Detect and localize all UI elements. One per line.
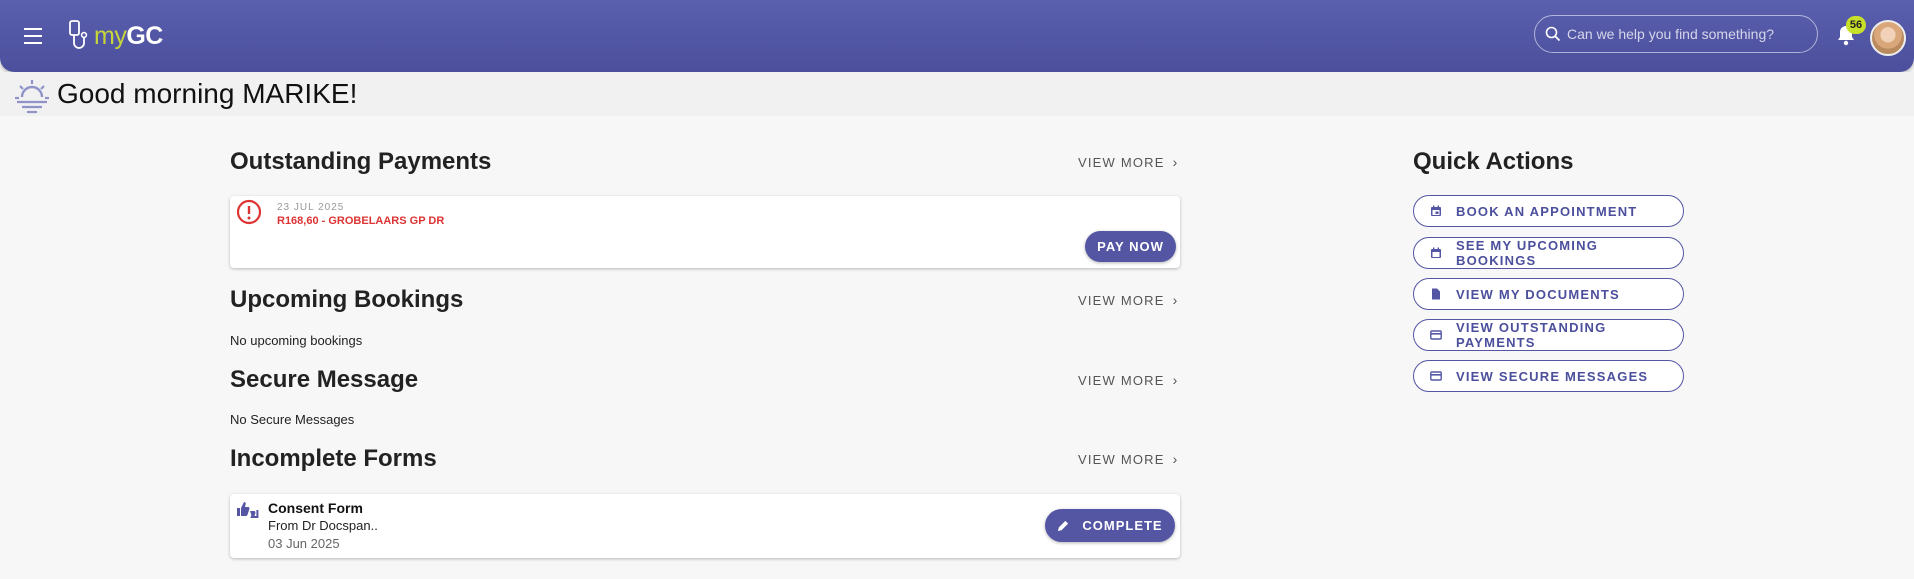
outstanding-payments-view-more[interactable]: VIEW MORE › xyxy=(1078,154,1179,170)
book-appointment-label: BOOK AN APPOINTMENT xyxy=(1456,203,1638,219)
sunrise-icon xyxy=(15,80,49,114)
view-outstanding-payments-button[interactable]: VIEW OUTSTANDING PAYMENTS xyxy=(1413,319,1684,351)
form-card: Consent Form From Dr Docspan.. 03 Jun 20… xyxy=(230,494,1180,558)
view-more-label: VIEW MORE xyxy=(1078,154,1165,170)
upcoming-bookings-view-more[interactable]: VIEW MORE › xyxy=(1078,292,1179,308)
credit-card-icon xyxy=(1430,330,1442,340)
view-more-label: VIEW MORE xyxy=(1078,372,1165,388)
payment-card: 23 JUL 2025 R168,60 - GROBELAARS GP DR P… xyxy=(230,196,1180,268)
incomplete-forms-title: Incomplete Forms xyxy=(230,445,437,472)
view-more-label: VIEW MORE xyxy=(1078,292,1165,308)
search-icon xyxy=(1545,26,1561,42)
chevron-right-icon: › xyxy=(1172,292,1179,308)
payment-date: 23 JUL 2025 xyxy=(277,202,345,213)
pencil-icon xyxy=(1058,520,1069,532)
complete-button[interactable]: COMPLETE xyxy=(1045,509,1175,542)
app-logo[interactable]: myGC xyxy=(68,17,163,55)
view-outstanding-payments-label: VIEW OUTSTANDING PAYMENTS xyxy=(1456,320,1607,350)
view-more-label: VIEW MORE xyxy=(1078,451,1165,467)
avatar[interactable] xyxy=(1870,20,1906,56)
greeting-text: Good morning MARIKE! xyxy=(57,78,358,109)
chevron-right-icon: › xyxy=(1172,372,1179,388)
secure-message-view-more[interactable]: VIEW MORE › xyxy=(1078,372,1179,388)
book-appointment-button[interactable]: BOOK AN APPOINTMENT xyxy=(1413,195,1684,227)
document-icon xyxy=(1432,288,1440,300)
secure-message-title: Secure Message xyxy=(230,366,419,393)
view-documents-label: VIEW MY DOCUMENTS xyxy=(1456,286,1620,302)
no-bookings-text: No upcoming bookings xyxy=(230,333,363,348)
search-input[interactable] xyxy=(1567,26,1807,42)
view-secure-messages-label: VIEW SECURE MESSAGES xyxy=(1456,368,1649,384)
no-messages-text: No Secure Messages xyxy=(230,412,355,427)
pay-now-button[interactable]: PAY NOW xyxy=(1085,231,1176,262)
view-documents-button[interactable]: VIEW MY DOCUMENTS xyxy=(1413,278,1684,310)
form-from: From Dr Docspan.. xyxy=(268,518,378,533)
thumbs-up-down-icon xyxy=(237,502,259,518)
payment-description: R168,60 - GROBELAARS GP DR xyxy=(277,215,445,227)
calendar-icon xyxy=(1431,247,1441,258)
logo-suffix: GC xyxy=(126,21,163,50)
complete-label: COMPLETE xyxy=(1082,518,1163,533)
alert-circle-icon xyxy=(236,199,262,225)
upcoming-bookings-label: SEE MY UPCOMING BOOKINGS xyxy=(1456,238,1599,268)
outstanding-payments-title: Outstanding Payments xyxy=(230,148,492,175)
app-header: myGC 56 xyxy=(0,0,1914,72)
logo-prefix: my xyxy=(94,21,127,50)
chevron-right-icon: › xyxy=(1172,154,1179,170)
search-box[interactable] xyxy=(1534,15,1818,53)
form-title: Consent Form xyxy=(268,500,363,516)
upcoming-bookings-title: Upcoming Bookings xyxy=(230,286,464,313)
stethoscope-icon xyxy=(69,20,88,49)
view-secure-messages-button[interactable]: VIEW SECURE MESSAGES xyxy=(1413,360,1684,392)
credit-card-icon xyxy=(1430,371,1442,381)
chevron-right-icon: › xyxy=(1172,451,1179,467)
incomplete-forms-view-more[interactable]: VIEW MORE › xyxy=(1078,451,1179,467)
menu-icon[interactable] xyxy=(20,23,46,49)
upcoming-bookings-button[interactable]: SEE MY UPCOMING BOOKINGS xyxy=(1413,237,1684,269)
form-date: 03 Jun 2025 xyxy=(268,536,340,551)
quick-actions-title: Quick Actions xyxy=(1413,148,1574,175)
notification-badge: 56 xyxy=(1846,16,1866,34)
calendar-plus-icon xyxy=(1431,205,1441,216)
